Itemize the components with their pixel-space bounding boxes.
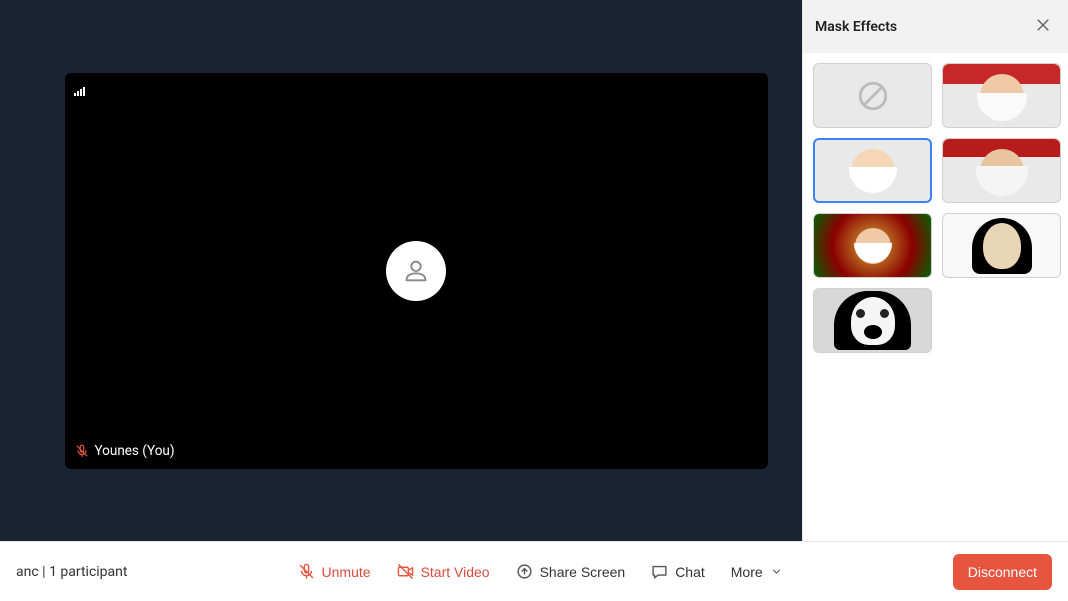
close-icon	[1034, 16, 1052, 34]
chat-button[interactable]: Chat	[649, 557, 707, 586]
mic-muted-icon	[75, 444, 89, 458]
mask-grid	[803, 53, 1068, 363]
mask-option-santa-1[interactable]	[942, 63, 1061, 128]
disconnect-button[interactable]: Disconnect	[953, 554, 1052, 590]
participant-count: 1 participant	[49, 564, 127, 580]
video-off-icon	[397, 563, 414, 580]
bottom-toolbar: anc | 1 participant Unmute Start Video	[0, 541, 1068, 601]
mask-option-none[interactable]	[813, 63, 932, 128]
mask-option-santa-4[interactable]	[813, 213, 932, 278]
chevron-down-icon	[770, 565, 783, 578]
avatar-placeholder	[386, 241, 446, 301]
start-video-button[interactable]: Start Video	[395, 557, 492, 586]
mask-option-nun[interactable]	[813, 288, 932, 353]
participant-label: Younes (You)	[75, 443, 175, 459]
share-screen-icon	[516, 563, 533, 580]
video-stage: Younes (You)	[0, 0, 802, 541]
panel-title: Mask Effects	[815, 19, 897, 35]
mask-option-santa-2[interactable]	[813, 138, 932, 203]
close-panel-button[interactable]	[1030, 12, 1056, 41]
mic-muted-icon	[298, 563, 315, 580]
person-icon	[402, 257, 430, 285]
more-button[interactable]: More	[729, 558, 785, 586]
toolbar-controls: Unmute Start Video Share Screen Chat Mor	[127, 557, 952, 586]
mask-effects-panel: Mask Effects	[802, 0, 1068, 541]
main-area: Younes (You) Mask Effects	[0, 0, 1068, 541]
panel-header: Mask Effects	[803, 0, 1068, 53]
room-info: anc | 1 participant	[16, 564, 127, 580]
signal-icon	[74, 82, 87, 101]
room-name: anc	[16, 564, 39, 580]
share-screen-button[interactable]: Share Screen	[514, 557, 628, 586]
no-mask-icon	[856, 79, 890, 113]
mask-option-santa-3[interactable]	[942, 138, 1061, 203]
mask-option-creepy-doll[interactable]	[942, 213, 1061, 278]
self-video-tile[interactable]: Younes (You)	[65, 73, 768, 469]
chat-icon	[651, 563, 668, 580]
participant-name: Younes (You)	[95, 443, 175, 459]
unmute-button[interactable]: Unmute	[296, 557, 373, 586]
